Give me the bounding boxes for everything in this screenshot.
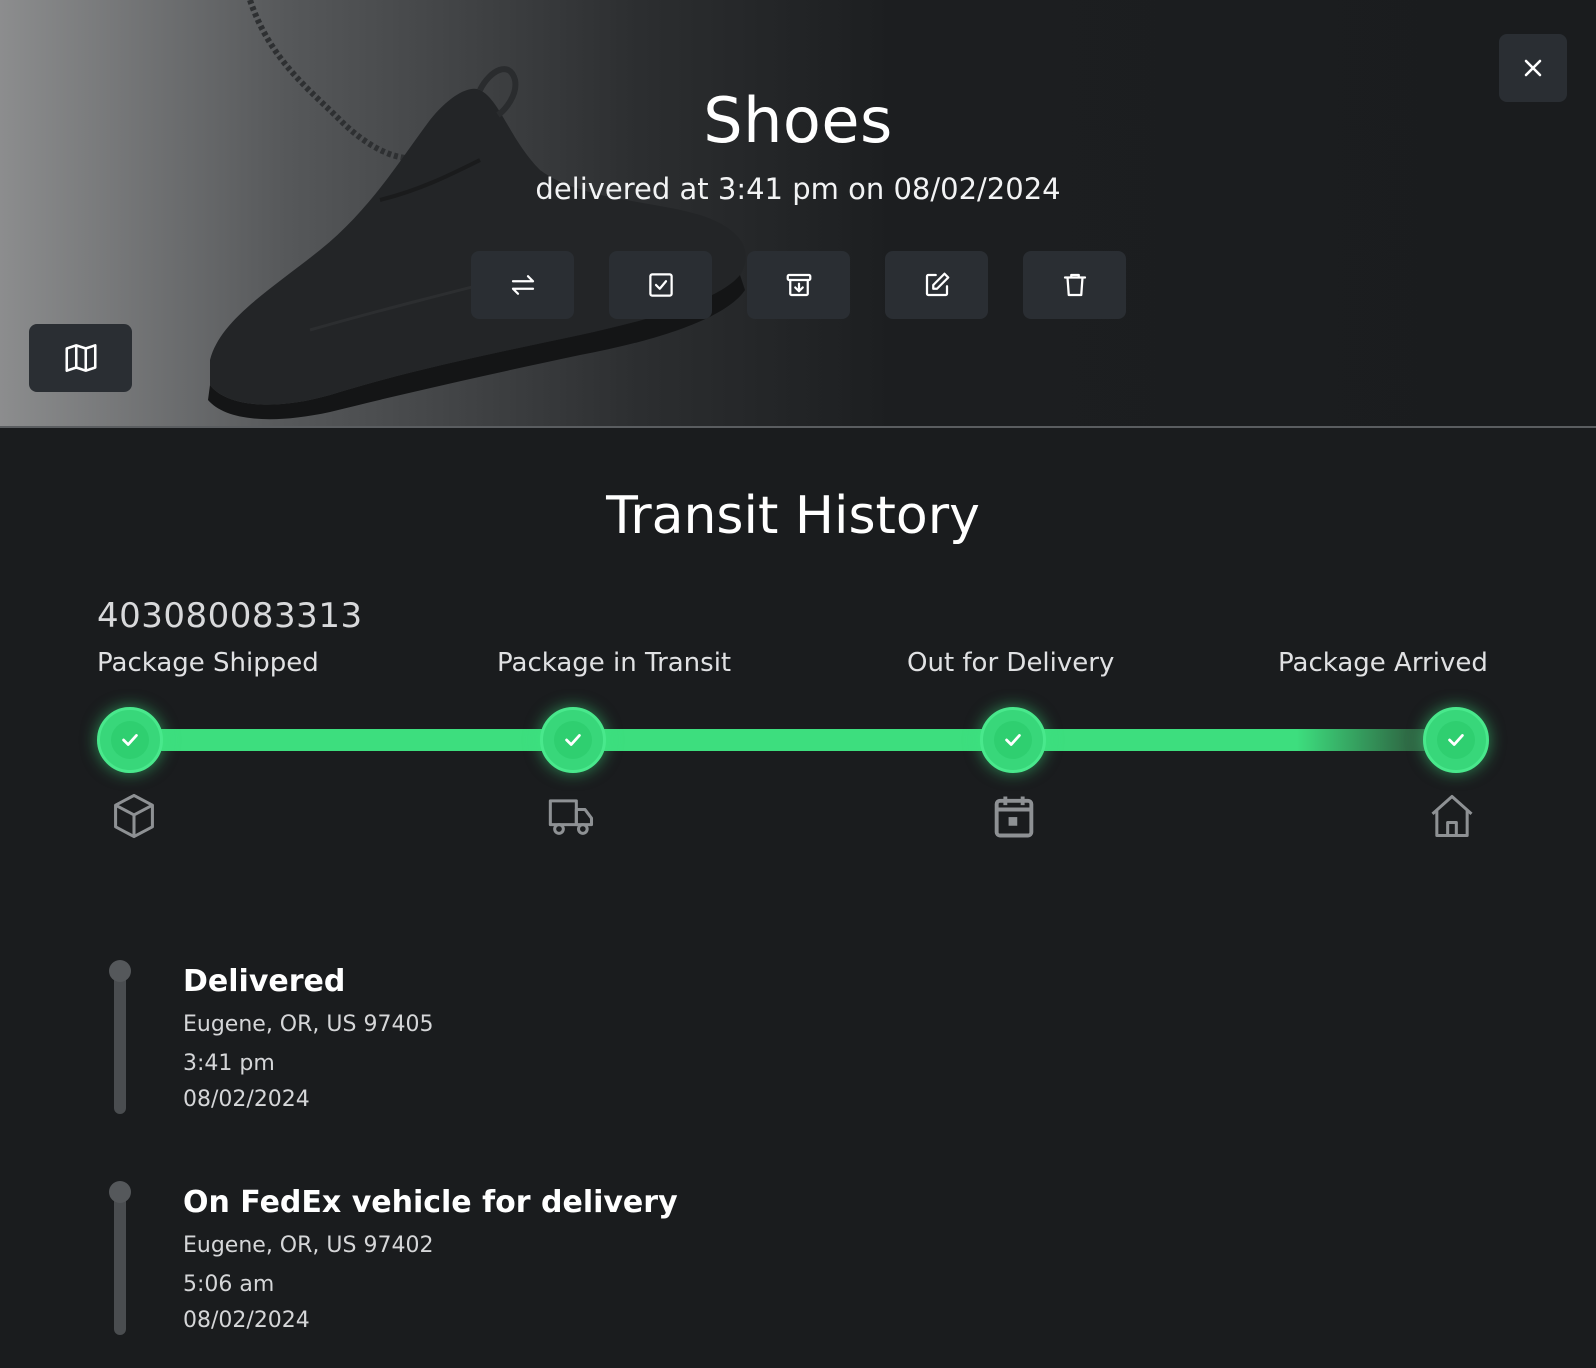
shipment-detail-page: Shoes delivered at 3:41 pm on 08/02/2024 bbox=[0, 0, 1596, 1368]
delete-button[interactable] bbox=[1023, 251, 1126, 319]
event-location: Eugene, OR, US 97402 bbox=[183, 1233, 434, 1258]
progress-track bbox=[130, 729, 1456, 751]
transit-history-title: Transit History bbox=[606, 486, 980, 546]
event-rail bbox=[114, 962, 126, 1114]
step-label-arrived: Package Arrived bbox=[1278, 648, 1488, 678]
checkmark-icon bbox=[122, 734, 138, 746]
archive-icon bbox=[786, 273, 811, 297]
map-icon bbox=[64, 344, 97, 372]
event-dot bbox=[109, 960, 131, 982]
checkmark-icon bbox=[1005, 734, 1021, 746]
close-icon bbox=[1524, 59, 1542, 77]
checkmark-icon bbox=[1448, 734, 1464, 746]
box-icon bbox=[108, 790, 160, 842]
event-date: 08/02/2024 bbox=[183, 1087, 310, 1112]
swap-button[interactable] bbox=[471, 251, 574, 319]
step-label-out-for-delivery: Out for Delivery bbox=[907, 648, 1115, 678]
step-node-in-transit bbox=[540, 707, 606, 773]
step-node-shipped bbox=[97, 707, 163, 773]
edit-icon bbox=[925, 272, 949, 297]
close-button[interactable] bbox=[1499, 34, 1567, 102]
swap-arrows-icon bbox=[511, 275, 534, 295]
header-divider bbox=[0, 426, 1596, 428]
event-dot bbox=[109, 1181, 131, 1203]
mark-complete-button[interactable] bbox=[609, 251, 712, 319]
map-button[interactable] bbox=[29, 324, 132, 392]
truck-icon bbox=[546, 790, 602, 842]
step-label-shipped: Package Shipped bbox=[97, 648, 319, 678]
event-status: Delivered bbox=[183, 964, 346, 999]
transit-event: On FedEx vehicle for delivery Eugene, OR… bbox=[0, 1181, 1000, 1343]
shoe-image bbox=[208, 0, 746, 420]
trash-icon bbox=[1063, 273, 1086, 297]
event-time: 3:41 pm bbox=[183, 1051, 275, 1076]
archive-button[interactable] bbox=[747, 251, 850, 319]
event-location: Eugene, OR, US 97405 bbox=[183, 1012, 434, 1037]
edit-button[interactable] bbox=[885, 251, 988, 319]
event-time: 5:06 am bbox=[183, 1272, 275, 1297]
header-banner: Shoes delivered at 3:41 pm on 08/02/2024 bbox=[0, 0, 1596, 428]
calendar-icon bbox=[988, 790, 1040, 842]
event-date: 08/02/2024 bbox=[183, 1308, 310, 1333]
transit-event: Delivered Eugene, OR, US 97405 3:41 pm 0… bbox=[0, 960, 1000, 1122]
page-title: Shoes bbox=[703, 84, 893, 157]
event-rail bbox=[114, 1183, 126, 1335]
event-status: On FedEx vehicle for delivery bbox=[183, 1185, 678, 1220]
checkmark-icon bbox=[565, 734, 581, 746]
action-toolbar bbox=[471, 251, 1126, 319]
step-label-in-transit: Package in Transit bbox=[497, 648, 732, 678]
step-node-arrived bbox=[1423, 707, 1489, 773]
tracking-number: 403080083313 bbox=[97, 596, 363, 636]
checkbox-icon bbox=[648, 273, 673, 297]
delivery-status-subtitle: delivered at 3:41 pm on 08/02/2024 bbox=[535, 172, 1061, 206]
step-node-out-for-delivery bbox=[980, 707, 1046, 773]
home-icon bbox=[1426, 790, 1478, 842]
